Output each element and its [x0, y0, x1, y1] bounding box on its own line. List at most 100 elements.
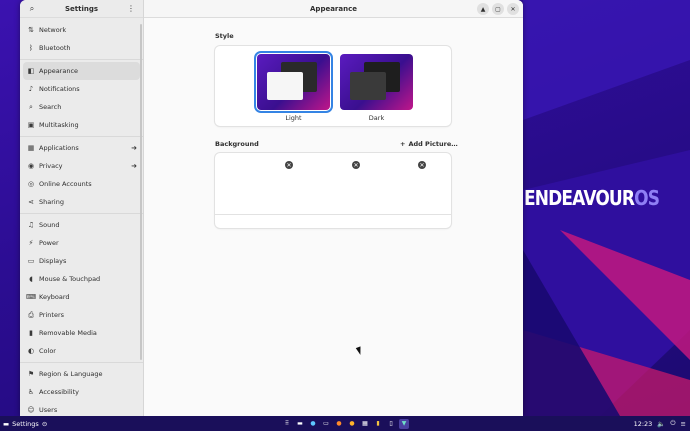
app-grid-icon[interactable]: ⠿ [282, 419, 292, 429]
taskbar-apps: ⠿ ▬ ● ▭ ● ● ▦ ▮ ▯ ▼ [282, 418, 409, 429]
card-divider [215, 214, 451, 215]
sidebar-item-online-accounts[interactable]: ◎ Online Accounts [20, 175, 143, 193]
style-card: Light Dark [215, 46, 451, 126]
taskbar: ▬ Settings ⊝ ⠿ ▬ ● ▭ ● ● ▦ ▮ ▯ ▼ 12:23 🔈… [0, 416, 690, 431]
theme-dark-label: Dark [368, 114, 385, 122]
plus-icon: + [400, 140, 406, 148]
close-icon[interactable]: ✕ [507, 3, 519, 15]
sidebar-item-sharing[interactable]: ⋖ Sharing [20, 193, 143, 211]
bluetooth-icon: ᛒ [28, 44, 34, 52]
style-section-label: Style [215, 32, 234, 40]
mini-window-front [267, 72, 303, 100]
page-title: Appearance [310, 4, 357, 13]
system-tray: 12:23 🔈 ⏻ ≡ [634, 419, 686, 428]
settings-taskbar-icon[interactable]: ▼ [399, 418, 409, 429]
sidebar-header: ⌕ Settings ⋮ [20, 0, 143, 18]
sidebar-item-appearance[interactable]: ◧ Appearance [23, 62, 140, 80]
welcome-icon[interactable]: ● [308, 419, 318, 429]
sidebar-separator [20, 213, 143, 214]
remove-wallpaper-1-icon[interactable]: ✕ [285, 161, 293, 169]
minimize-icon[interactable]: ▲ [477, 3, 489, 15]
mini-window-front [350, 72, 386, 100]
maximize-icon[interactable]: ▢ [492, 3, 504, 15]
firefox-alt-icon[interactable]: ● [347, 419, 357, 429]
remove-wallpaper-2-icon[interactable]: ✕ [352, 161, 360, 169]
sidebar-separator [20, 59, 143, 60]
keyboard-icon: ⌨ [26, 293, 37, 301]
arrow-right-icon: ➜ [131, 162, 137, 170]
taskbar-app-indicator[interactable]: ▬ Settings ⊝ [0, 420, 47, 428]
grid-icon: ▦ [27, 144, 35, 152]
accessibility-icon: ♿ [27, 388, 35, 396]
menu-icon[interactable]: ≡ [681, 420, 686, 428]
sidebar-item-bluetooth[interactable]: ᛒ Bluetooth [20, 39, 143, 57]
sidebar: ⌕ Settings ⋮ ⇅ Network ᛒ Bluetooth ◧ Appear… [20, 0, 144, 416]
color-icon: ◐ [27, 347, 35, 355]
document-icon[interactable]: ▯ [386, 419, 396, 429]
calculator-icon[interactable]: ▦ [360, 419, 370, 429]
settings-window: ⌕ Settings ⋮ ⇅ Network ᛒ Bluetooth ◧ Appear… [20, 0, 523, 416]
sidebar-item-mouse-touchpad[interactable]: ◖ Mouse & Touchpad [20, 270, 143, 288]
remove-wallpaper-3-icon[interactable]: ✕ [418, 161, 426, 169]
search-icon[interactable]: ⌕ [26, 3, 38, 15]
sidebar-item-privacy[interactable]: ◉ Privacy ➜ [20, 157, 143, 175]
theme-light-option[interactable] [254, 51, 333, 113]
sidebar-item-removable-media[interactable]: ▮ Removable Media [20, 324, 143, 342]
hand-icon: ◉ [27, 162, 35, 170]
search-icon: ⌕ [29, 102, 33, 111]
sidebar-item-sound[interactable]: ♫ Sound [20, 216, 143, 234]
share-icon: ⋖ [28, 198, 34, 206]
sidebar-separator [20, 362, 143, 363]
background-section-label: Background [215, 140, 259, 148]
desktop-brand-logo: ENDEAVOUROS [524, 186, 660, 210]
content-header: Appearance ▲ ▢ ✕ [144, 0, 523, 18]
sidebar-scrollbar[interactable] [140, 24, 142, 360]
sidebar-nav: ⇅ Network ᛒ Bluetooth ◧ Appearance ♪ Notific… [20, 18, 143, 416]
sound-icon: ♫ [27, 221, 35, 229]
sidebar-item-notifications[interactable]: ♪ Notifications [20, 80, 143, 98]
sidebar-item-color[interactable]: ◐ Color [20, 342, 143, 360]
printer-icon: ⎙ [28, 310, 34, 319]
sidebar-item-printers[interactable]: ⎙ Printers [20, 306, 143, 324]
sidebar-title: Settings [64, 4, 99, 13]
sidebar-item-power[interactable]: ⚡ Power [20, 234, 143, 252]
menu-icon[interactable]: ⋮ [125, 3, 137, 15]
accounts-icon: ◎ [27, 180, 35, 188]
power-icon[interactable]: ⏻ [670, 419, 675, 428]
bell-icon: ♪ [28, 85, 34, 93]
window-controls: ▲ ▢ ✕ [477, 3, 519, 15]
sidebar-item-network[interactable]: ⇅ Network [20, 21, 143, 39]
firefox-icon[interactable]: ● [334, 419, 344, 429]
power-icon: ⚡ [28, 239, 34, 247]
sidebar-item-search[interactable]: ⌕ Search [20, 98, 143, 116]
sidebar-separator [20, 136, 143, 137]
sidebar-item-accessibility[interactable]: ♿ Accessibility [20, 383, 143, 401]
settings-app-icon: ▬ [3, 419, 10, 428]
sidebar-item-applications[interactable]: ▦ Applications ➜ [20, 139, 143, 157]
sidebar-item-region-language[interactable]: ⚑ Region & Language [20, 365, 143, 383]
terminal-icon[interactable]: ▭ [321, 419, 331, 429]
theme-dark-option[interactable] [340, 54, 413, 110]
sidebar-item-keyboard[interactable]: ⌨ Keyboard [20, 288, 143, 306]
multitasking-icon: ▣ [27, 121, 35, 129]
theme-light-label: Light [285, 114, 302, 122]
sidebar-item-displays[interactable]: ▭ Displays [20, 252, 143, 270]
appearance-icon: ◧ [27, 67, 35, 75]
media-icon: ▮ [29, 329, 33, 337]
files-icon[interactable]: ▬ [295, 419, 305, 429]
close-app-icon: ⊝ [41, 419, 48, 428]
sidebar-item-users[interactable]: ☺ Users [20, 401, 143, 416]
flag-icon: ⚑ [27, 370, 35, 378]
users-icon: ☺ [27, 406, 35, 414]
add-picture-button[interactable]: + Add Picture… [400, 140, 458, 148]
background-card: ✕ ✕ ✕ [215, 153, 451, 228]
mouse-icon: ◖ [29, 275, 33, 283]
arrow-right-icon: ➜ [131, 144, 137, 152]
display-icon: ▭ [27, 257, 35, 265]
text-editor-icon[interactable]: ▮ [373, 419, 383, 429]
network-icon: ⇅ [28, 26, 34, 34]
sidebar-item-multitasking[interactable]: ▣ Multitasking [20, 116, 143, 134]
volume-icon[interactable]: 🔈 [657, 420, 665, 428]
clock[interactable]: 12:23 [634, 420, 653, 428]
content-pane: Appearance ▲ ▢ ✕ Style Light Dark Backgr… [144, 0, 523, 416]
